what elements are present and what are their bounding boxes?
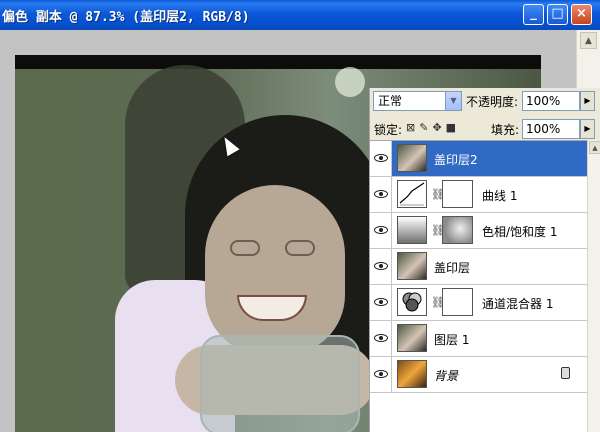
lock-icons: ⊠✎✥■ <box>406 121 460 134</box>
layer-name: 盖印层 <box>434 261 471 275</box>
minimize-icon: _ <box>530 6 537 21</box>
layer-mask-thumbnail <box>442 288 473 316</box>
lock-icon <box>561 367 570 379</box>
scroll-up-arrow-icon[interactable]: ▲ <box>589 141 600 154</box>
image-right-eye <box>285 240 315 256</box>
window-title: 偏色 副本 @ 87.3% (盖印层2, RGB/8) <box>2 10 250 25</box>
channel-mixer-adjustment-icon <box>397 288 427 316</box>
layers-panel: 正常 ▼ 不透明度: 100% ▶ 锁定: ⊠✎✥■ 填充: 100% ▶ 盖印… <box>369 88 600 432</box>
lock-paint-icon[interactable]: ✎ <box>419 121 432 134</box>
hue-saturation-adjustment-icon <box>397 216 427 244</box>
visibility-toggle[interactable] <box>370 249 392 284</box>
layer-thumbnail <box>397 252 427 280</box>
scroll-up-arrow-icon[interactable]: ▲ <box>580 32 597 49</box>
layer-name: 盖印层2 <box>434 153 478 167</box>
lock-label: 锁定: <box>374 123 403 137</box>
eye-icon <box>374 154 388 162</box>
layer-mask-thumbnail <box>442 180 473 208</box>
fill-arrow-icon[interactable]: ▶ <box>580 119 595 139</box>
layer-thumbnail <box>397 144 427 172</box>
minimize-button[interactable]: _ <box>523 4 544 25</box>
fill-input[interactable]: 100% <box>522 119 580 139</box>
blend-mode-value: 正常 <box>378 94 403 108</box>
layer-row[interactable]: 盖印层2 <box>370 141 587 177</box>
layer-name: 通道混合器 1 <box>482 297 554 311</box>
layer-name: 背景 <box>434 369 459 383</box>
image-left-eye <box>230 240 260 256</box>
layer-name: 色相/饱和度 1 <box>482 225 558 239</box>
close-icon: × <box>576 6 587 21</box>
layer-row[interactable]: ⛓ 色相/饱和度 1 <box>370 213 587 249</box>
visibility-toggle[interactable] <box>370 141 392 176</box>
chevron-down-icon[interactable]: ▼ <box>445 92 461 110</box>
visibility-toggle[interactable] <box>370 177 392 212</box>
visibility-toggle[interactable] <box>370 357 392 392</box>
eye-icon <box>374 370 388 378</box>
layer-name: 图层 1 <box>434 333 470 347</box>
eye-icon <box>374 298 388 306</box>
opacity-input[interactable]: 100% <box>522 91 580 111</box>
layer-thumbnail <box>397 360 427 388</box>
layer-row[interactable]: ⛓ 曲线 1 <box>370 177 587 213</box>
eye-icon <box>374 190 388 198</box>
layers-list: 盖印层2 ⛓ 曲线 1 ⛓ 色相/饱和度 1 盖印层 ⛓ 通道混合器 1 图层 … <box>370 140 587 432</box>
opacity-arrow-icon[interactable]: ▶ <box>580 91 595 111</box>
layer-row[interactable]: ⛓ 通道混合器 1 <box>370 285 587 321</box>
window-title-bar[interactable]: 偏色 副本 @ 87.3% (盖印层2, RGB/8) _ □ × <box>0 0 600 30</box>
curves-adjustment-icon <box>397 180 427 208</box>
layer-row[interactable]: 图层 1 <box>370 321 587 357</box>
layer-row[interactable]: 盖印层 <box>370 249 587 285</box>
eye-icon <box>374 226 388 234</box>
visibility-toggle[interactable] <box>370 213 392 248</box>
layer-mask-thumbnail <box>442 216 473 244</box>
layer-name: 曲线 1 <box>482 189 518 203</box>
layer-thumbnail <box>397 324 427 352</box>
image-glass <box>200 335 360 432</box>
eye-icon <box>374 334 388 342</box>
layer-row[interactable]: 背景 <box>370 357 587 393</box>
maximize-button[interactable]: □ <box>547 4 568 25</box>
blend-mode-select[interactable]: 正常 ▼ <box>373 91 462 111</box>
lock-transparent-icon[interactable]: ⊠ <box>406 121 419 134</box>
opacity-label: 不透明度: <box>466 95 519 109</box>
layers-scrollbar[interactable]: ▲ <box>587 140 600 432</box>
maximize-icon: □ <box>551 6 564 21</box>
fill-label: 填充: <box>491 123 520 137</box>
visibility-toggle[interactable] <box>370 321 392 356</box>
eye-icon <box>374 262 388 270</box>
image-face <box>205 185 345 355</box>
lock-move-icon[interactable]: ✥ <box>432 121 445 134</box>
visibility-toggle[interactable] <box>370 285 392 320</box>
close-button[interactable]: × <box>571 4 592 25</box>
blend-row: 正常 ▼ 不透明度: 100% ▶ <box>370 88 600 115</box>
image-light <box>335 67 365 97</box>
image-top-band <box>15 55 541 69</box>
lock-all-icon[interactable]: ■ <box>446 121 460 134</box>
